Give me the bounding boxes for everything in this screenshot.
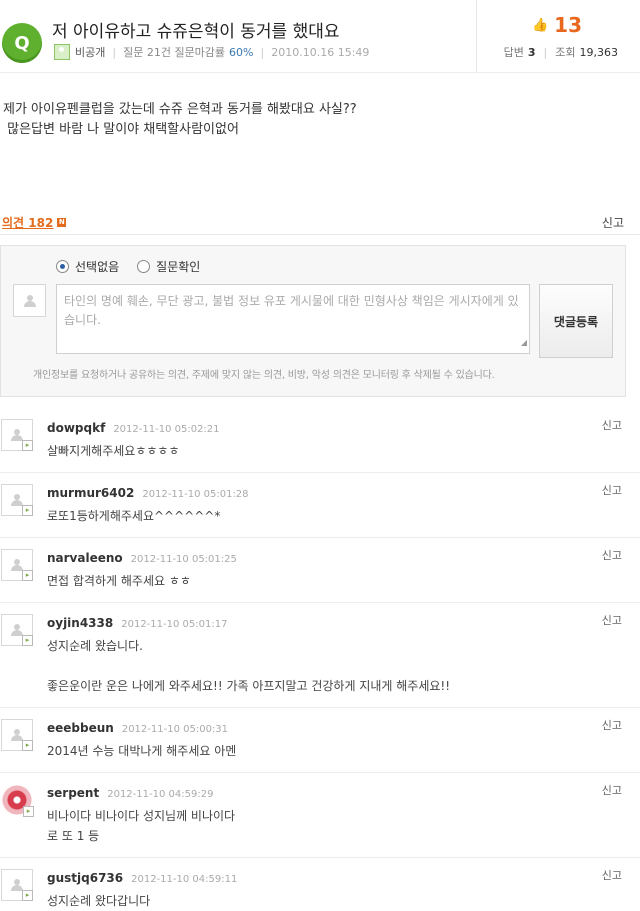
comment-divider [0, 537, 640, 538]
question-meta: 비공개 | 질문 21건 질문마감률 60% | 2010.10.16 15:4… [54, 44, 369, 60]
comment-divider [0, 707, 640, 708]
comment-username[interactable]: dowpqkf [47, 421, 105, 435]
comment-report-link[interactable]: 신고 [602, 717, 622, 733]
answers-label: 답변 [503, 46, 524, 59]
comment-text: 비나이다 비나이다 성지님께 비나이다 로 또 1 등 [47, 809, 236, 843]
profile-plus-icon[interactable]: ▸ [22, 635, 33, 646]
radio-none-label: 선택없음 [75, 260, 120, 274]
header-divider [476, 0, 477, 72]
recommend-score[interactable]: 👍 13 [532, 13, 582, 37]
radio-unselected-icon[interactable] [137, 260, 151, 273]
commenter-avatar[interactable]: ▸ [1, 869, 33, 901]
profile-plus-icon[interactable]: ▸ [22, 740, 33, 751]
comment-username[interactable]: gustjq6736 [47, 871, 123, 885]
form-notice: 개인정보를 요청하거나 공유하는 의견, 주제에 맞지 않는 의견, 비방, 악… [33, 370, 495, 381]
comment-type-radios: 선택없음 질문확인 [56, 258, 218, 275]
comment-date: 2012-11-10 05:00:31 [121, 724, 229, 735]
comment-author[interactable]: dowpqkf 2012-11-10 05:02:21 [47, 421, 220, 435]
comment-author[interactable]: murmur6402 2012-11-10 05:01:28 [47, 486, 249, 500]
submit-comment-button[interactable]: 댓글등록 [539, 284, 613, 358]
answers-count: 3 [527, 45, 536, 59]
comment-date: 2012-11-10 05:01:25 [130, 554, 237, 565]
comment-divider [0, 602, 640, 603]
comment-divider [0, 857, 640, 858]
comment-report-link[interactable]: 신고 [602, 482, 622, 498]
comment-author[interactable]: narvaleeno 2012-11-10 05:01:25 [47, 551, 237, 565]
opinion-count-link[interactable]: 의견 182 N [2, 214, 67, 231]
views-label: 조회 [555, 46, 576, 59]
commenter-avatar[interactable]: ▸ [1, 549, 33, 581]
profile-plus-icon[interactable]: ▸ [22, 440, 33, 451]
comment-form: 선택없음 질문확인 타인의 명예 훼손, 무단 광고, 불법 정보 유포 게시물… [0, 245, 626, 397]
comment-date: 2012-11-10 05:01:17 [121, 619, 228, 630]
profile-plus-icon[interactable]: ▸ [22, 505, 33, 516]
resize-handle-icon[interactable]: ◢ [521, 333, 527, 352]
report-link[interactable]: 신고 [602, 214, 624, 231]
comment-date: 2012-11-10 05:02:21 [113, 424, 220, 435]
comment-username[interactable]: eeebbeun [47, 721, 114, 735]
person-icon [23, 294, 36, 307]
radio-check[interactable]: 질문확인 [137, 258, 200, 275]
question-title: 저 아이유하고 슈쥬은혁이 동거를 했대요 [52, 22, 340, 42]
comment-text: 면접 합격하게 해주세요 ㅎㅎ [47, 574, 191, 588]
divider-line [0, 234, 640, 235]
comment-author[interactable]: gustjq6736 2012-11-10 04:59:11 [47, 871, 237, 885]
comment-text: 살빠지게해주세요ㅎㅎㅎㅎ [47, 444, 180, 458]
author-name[interactable]: 비공개 [75, 44, 105, 60]
commenter-avatar[interactable]: ▸ [1, 784, 34, 817]
commenter-avatar[interactable]: ▸ [1, 419, 33, 451]
comment-date: 2012-11-10 04:59:29 [107, 789, 214, 800]
profile-plus-icon[interactable]: ▸ [22, 890, 33, 901]
comment-text: 2014년 수능 대박나게 해주세요 아멘 [47, 744, 237, 758]
question-body: 제가 아이유펜클럽을 갔는데 슈쥬 은혁과 동거를 해봤대요 사실?? 많은답변… [3, 102, 357, 137]
thumb-up-icon: 👍 [531, 17, 549, 33]
question-stats: 질문 21건 질문마감률 [123, 46, 226, 59]
comment-date: 2012-11-10 05:01:28 [142, 489, 249, 500]
comment-report-link[interactable]: 신고 [602, 782, 622, 798]
comment-username[interactable]: serpent [47, 786, 99, 800]
radio-check-label: 질문확인 [156, 260, 201, 274]
comment-placeholder: 타인의 명예 훼손, 무단 광고, 불법 정보 유포 게시물에 대한 민형사상 … [64, 294, 519, 327]
divider: | [112, 45, 117, 59]
new-icon: N [57, 218, 67, 227]
views-count: 19,363 [579, 45, 619, 59]
radio-none[interactable]: 선택없음 [56, 258, 119, 275]
question-counts: 답변 3 | 조회 19,363 [504, 44, 618, 60]
comment-textarea[interactable]: 타인의 명예 훼손, 무단 광고, 불법 정보 유포 게시물에 대한 민형사상 … [56, 284, 530, 354]
close-rate: 60% [229, 45, 254, 59]
opinion-count: 의견 182 [2, 216, 54, 230]
comment-username[interactable]: murmur6402 [47, 486, 134, 500]
divider: | [260, 45, 265, 59]
comment-report-link[interactable]: 신고 [602, 867, 622, 883]
score-value: 13 [554, 13, 582, 37]
profile-plus-icon[interactable]: ▸ [22, 570, 33, 581]
comment-username[interactable]: oyjin4338 [47, 616, 113, 630]
question-badge: Q [2, 23, 42, 63]
commenter-avatar[interactable]: ▸ [1, 614, 33, 646]
question-date: 2010.10.16 15:49 [271, 45, 370, 59]
radio-selected-icon[interactable] [56, 260, 69, 273]
comment-author[interactable]: eeebbeun 2012-11-10 05:00:31 [47, 721, 228, 735]
comment-author[interactable]: serpent 2012-11-10 04:59:29 [47, 786, 213, 800]
comment-author[interactable]: oyjin4338 2012-11-10 05:01:17 [47, 616, 227, 630]
comment-report-link[interactable]: 신고 [602, 417, 622, 433]
comment-date: 2012-11-10 04:59:11 [131, 874, 238, 885]
comment-text: 성지순례 왔다갑니다 [47, 894, 151, 908]
commenter-avatar[interactable]: ▸ [1, 484, 33, 516]
divider: | [543, 45, 548, 59]
user-avatar-icon [54, 44, 70, 60]
commenter-avatar[interactable]: ▸ [1, 719, 33, 751]
comment-text: 로또1등하게해주세요^^^^^^* [47, 509, 221, 523]
profile-plus-icon[interactable]: ▸ [23, 806, 34, 817]
comment-report-link[interactable]: 신고 [602, 612, 622, 628]
comment-divider [0, 772, 640, 773]
form-avatar [13, 284, 46, 317]
header-bottom-line [0, 72, 640, 73]
comment-username[interactable]: narvaleeno [47, 551, 123, 565]
comment-report-link[interactable]: 신고 [602, 547, 622, 563]
comment-divider [0, 472, 640, 473]
comment-text: 성지순례 왔습니다. 좋은운이란 운은 나에게 와주세요!! 가족 아프지말고 … [47, 639, 451, 693]
